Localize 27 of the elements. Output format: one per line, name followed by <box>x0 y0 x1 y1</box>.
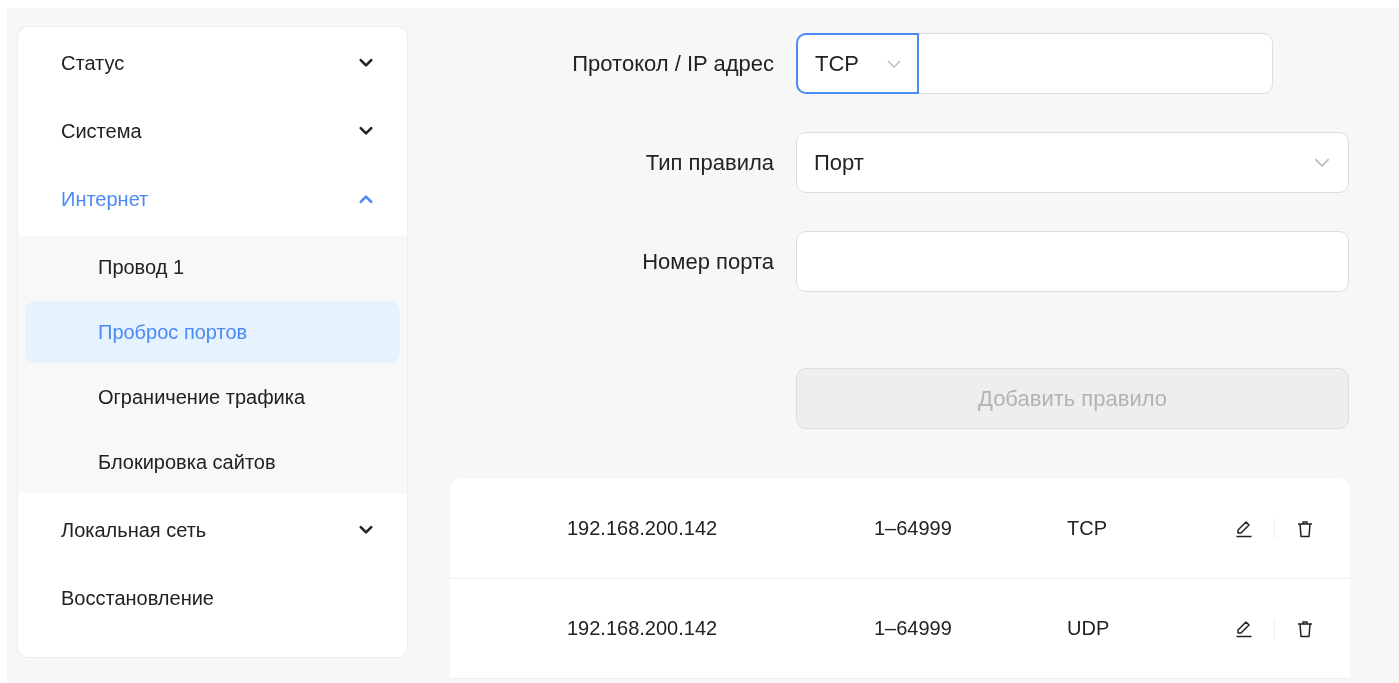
field-label: Тип правила <box>644 149 774 176</box>
table-cell-text: 192.168.200.142 <box>567 617 719 640</box>
sidebar-subitem[interactable]: Ограничение трафика <box>25 366 400 428</box>
sidebar-item[interactable]: Восстановление <box>18 564 407 632</box>
table-cell-text: TCP <box>1067 517 1108 540</box>
edit-icon[interactable] <box>1234 518 1254 539</box>
port-number-field[interactable] <box>796 231 1349 292</box>
field-label: Номер порта <box>641 248 774 275</box>
chevron-down-icon <box>359 126 373 136</box>
sidebar-item[interactable]: Локальная сеть <box>18 496 407 564</box>
sidebar-subitem[interactable]: Провод 1 <box>25 236 400 298</box>
field-label: Протокол / IP адрес <box>571 50 774 77</box>
chevron-down-icon <box>359 58 373 68</box>
edit-icon[interactable] <box>1234 618 1254 639</box>
delete-icon[interactable] <box>1295 518 1315 539</box>
sidebar-item[interactable]: Система <box>18 97 407 165</box>
table-cell-text: 1–64999 <box>874 617 953 640</box>
sidebar-subitem[interactable]: Блокировка сайтов <box>25 431 400 493</box>
chevron-down-icon <box>1314 158 1330 167</box>
rule-type-select[interactable]: Порт <box>796 132 1349 193</box>
table-cell-text: UDP <box>1067 617 1111 640</box>
chevron-up-icon <box>359 194 373 204</box>
table-cell-text: 192.168.200.142 <box>567 517 719 540</box>
chevron-down-icon <box>359 525 373 535</box>
delete-icon[interactable] <box>1295 618 1315 639</box>
sidebar-item[interactable]: Статус <box>18 29 407 97</box>
table-cell-text: 1–64999 <box>874 517 953 540</box>
